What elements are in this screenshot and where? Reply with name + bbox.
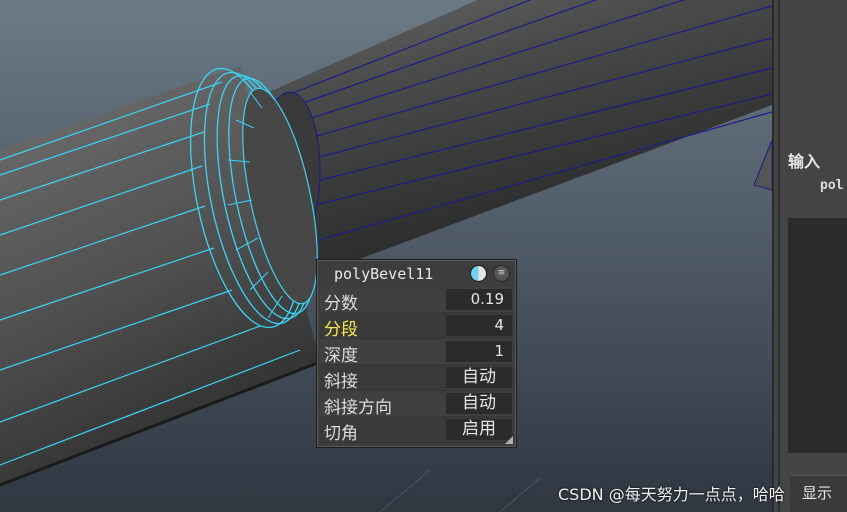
attribute-label: 分数 <box>324 294 358 314</box>
resize-grip-icon[interactable] <box>505 436 513 444</box>
attribute-row-segments[interactable]: 分段 4 <box>320 313 513 340</box>
fraction-value-field[interactable]: 0.19 <box>446 289 512 310</box>
thick-cylinder <box>0 66 321 487</box>
attribute-label: 深度 <box>324 346 358 366</box>
chamfer-dropdown[interactable]: 启用 <box>446 419 512 440</box>
segments-value-field[interactable]: 4 <box>446 315 512 336</box>
toggle-node-icon[interactable] <box>470 265 487 282</box>
mitering-dropdown[interactable]: 自动 <box>446 367 512 388</box>
attribute-row-chamfer[interactable]: 切角 启用 <box>320 417 513 444</box>
thin-cylinder <box>259 0 772 270</box>
attribute-label: 斜接 <box>324 372 358 392</box>
depth-value-field[interactable]: 1 <box>446 341 512 362</box>
in-view-editor-header[interactable]: polyBevel11 ≡ <box>317 260 516 286</box>
attribute-row-mitering[interactable]: 斜接 自动 <box>320 365 513 392</box>
attribute-row-fraction[interactable]: 分数 0.19 <box>320 287 513 314</box>
attribute-row-depth[interactable]: 深度 1 <box>320 339 513 366</box>
watermark: CSDN @每天努力一点点，哈哈 <box>558 485 785 504</box>
display-tab[interactable]: 显示 <box>790 475 847 512</box>
node-title: polyBevel11 <box>334 265 434 283</box>
input-node-item[interactable]: pol <box>820 178 843 193</box>
attribute-row-miter-along[interactable]: 斜接方向 自动 <box>320 391 513 418</box>
attribute-rows: 分数 0.19 分段 4 深度 1 斜接 自动 斜接方向 自动 切角 启用 <box>320 287 513 444</box>
menu-icon[interactable]: ≡ <box>493 265 510 282</box>
viewport-grid <box>379 469 541 512</box>
attribute-label: 斜接方向 <box>324 398 392 418</box>
attribute-list-area[interactable] <box>788 218 847 453</box>
attribute-panel: 输入 pol 显示 <box>772 0 847 512</box>
inputs-section-label: 输入 <box>788 152 821 171</box>
attribute-label: 切角 <box>324 424 358 444</box>
attribute-label-highlighted: 分段 <box>324 320 358 340</box>
mesh-fragment <box>753 139 772 191</box>
in-view-editor: polyBevel11 ≡ 分数 0.19 分段 4 深度 1 斜接 自动 斜接… <box>316 259 517 448</box>
miter-along-dropdown[interactable]: 自动 <box>446 393 512 414</box>
